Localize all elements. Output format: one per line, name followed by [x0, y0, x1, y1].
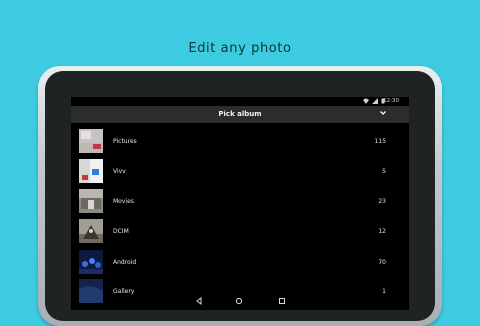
headline: Edit any photo: [188, 41, 292, 56]
home-icon[interactable]: [234, 296, 244, 306]
album-count: 23: [378, 198, 386, 205]
album-count: 12: [378, 228, 386, 235]
album-thumbnail: [79, 189, 103, 213]
album-row-android[interactable]: Android 70: [71, 249, 409, 277]
status-time: 12:30: [383, 98, 399, 104]
album-row-pictures[interactable]: Pictures 115: [71, 128, 409, 156]
album-row-vivv[interactable]: Vivv 5: [71, 158, 409, 186]
album-thumbnail: [79, 129, 103, 153]
album-row-dcim[interactable]: DCIM 12: [71, 218, 409, 246]
album-row-movies[interactable]: Movies 23: [71, 188, 409, 216]
signal-icon: [372, 98, 378, 104]
navigation-bar: [71, 293, 409, 310]
tablet-screen: 12:30 Pick album Pictures 115 Vivv 5 Mov…: [71, 97, 409, 310]
status-bar: 12:30: [71, 97, 409, 106]
album-name: Vivv: [113, 168, 126, 175]
album-name: Movies: [113, 198, 134, 205]
page-title: Pick album: [218, 110, 262, 118]
action-bar: Pick album: [71, 106, 409, 123]
album-name: Pictures: [113, 138, 137, 145]
wifi-icon: [363, 98, 369, 104]
album-count: 70: [378, 259, 386, 266]
album-count: 115: [374, 138, 386, 145]
recents-icon[interactable]: [277, 296, 287, 306]
album-thumbnail: [79, 159, 103, 183]
album-name: Android: [113, 259, 137, 266]
status-icons: [363, 98, 385, 104]
album-count: 5: [382, 168, 386, 175]
album-name: DCIM: [113, 228, 129, 235]
album-thumbnail: [79, 219, 103, 243]
back-icon[interactable]: [194, 296, 204, 306]
chevron-down-icon[interactable]: [379, 109, 387, 117]
album-thumbnail: [79, 250, 103, 274]
